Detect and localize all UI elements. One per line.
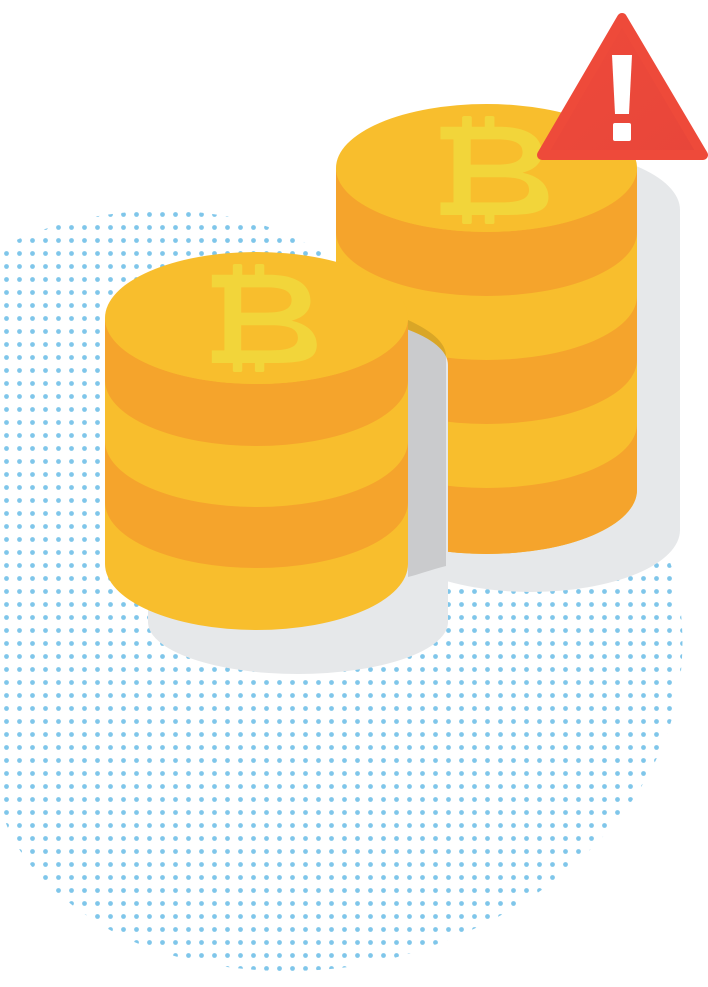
front-stack bbox=[105, 252, 409, 630]
bitcoin-warning-illustration: ! bbox=[0, 0, 708, 987]
illustration-canvas bbox=[0, 13, 708, 972]
cast-shadow-overlay bbox=[408, 320, 446, 577]
warning-exclamation-mark bbox=[612, 55, 632, 141]
warning-icon bbox=[537, 13, 708, 160]
